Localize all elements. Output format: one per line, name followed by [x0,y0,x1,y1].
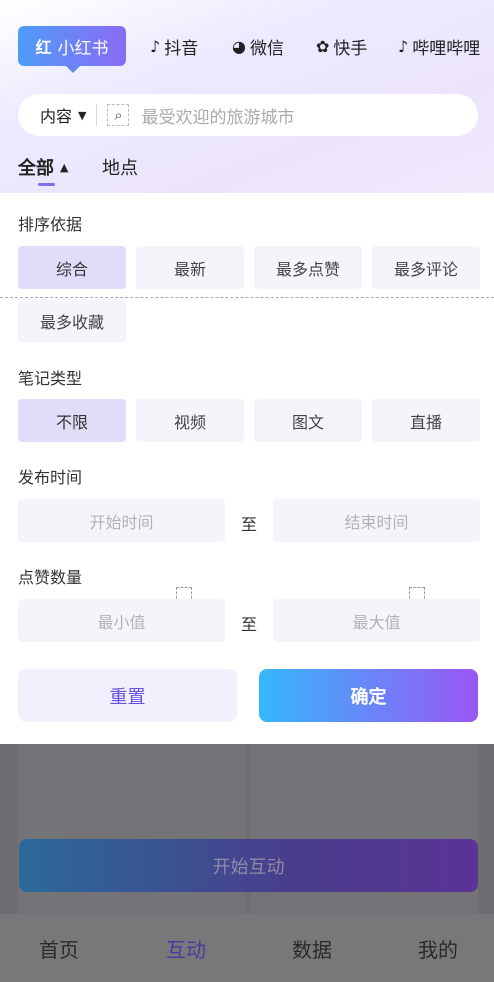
active-tab-indicator [38,183,55,186]
section-title-sort: 排序依据 [18,215,83,234]
search-input[interactable]: 最受欢迎的旅游城市 [141,103,294,128]
platform-tabs: 红 小红书 ♪ 抖音 ◕ 微信 ✿ 快手 ♪ 哔哩哔哩 [0,0,494,90]
platform-bilibili-tab[interactable]: ♪ 哔哩哔哩 [398,33,480,59]
modal-overlay[interactable]: 开始互动 首页 互动 数据 我的 [0,744,494,982]
platform-xiaohongshu-tab[interactable]: 红 小红书 [18,26,126,73]
start-interaction-button[interactable]: 开始互动 [19,839,478,892]
sort-option-newest[interactable]: 最新 [136,246,244,289]
platform-label: 抖音 [164,38,199,59]
reset-button[interactable]: 重置 [18,669,237,722]
sort-option-comprehensive[interactable]: 综合 [18,246,126,289]
header: 红 小红书 ♪ 抖音 ◕ 微信 ✿ 快手 ♪ 哔哩哔哩 内容 ▼ ⌕ 最受欢迎的… [0,0,494,193]
note-type-any[interactable]: 不限 [18,399,126,442]
note-type-image-text[interactable]: 图文 [254,399,362,442]
range-separator: 至 [241,515,258,534]
search-scope-select[interactable]: 内容 ▼ [40,103,86,127]
confirm-button[interactable]: 确定 [259,669,478,722]
platform-label: 哔哩哔哩 [412,38,481,59]
note-type-live[interactable]: 直播 [372,399,480,442]
platform-wechat-tab[interactable]: ◕ 微信 [232,33,284,59]
section-title-publish-time: 发布时间 [18,468,83,487]
bottom-nav: 首页 互动 数据 我的 [0,914,494,982]
start-time-field[interactable]: 开始时间 [18,499,225,542]
section-title-note-type: 笔记类型 [18,369,83,388]
tab-all[interactable]: 全部 ▲ [18,154,68,180]
wechat-icon: ◕ [232,36,246,56]
platform-label: 快手 [333,38,368,59]
end-time-field[interactable]: 结束时间 [273,499,480,542]
search-scope-label: 内容 [40,107,73,126]
note-type-video[interactable]: 视频 [136,399,244,442]
platform-kuaishou-tab[interactable]: ✿ 快手 [316,33,367,59]
xiaohongshu-logo-icon: 红 [35,38,52,57]
divider [96,104,98,126]
min-likes-field[interactable]: 最小值 [18,599,225,642]
bilibili-icon: ♪ [398,36,409,56]
search-bar: 内容 ▼ ⌕ 最受欢迎的旅游城市 [18,94,478,136]
platform-douyin-tab[interactable]: ♪ 抖音 [150,33,198,59]
nav-item-interaction[interactable]: 互动 [141,914,231,982]
tab-label: 地点 [102,158,138,179]
filter-panel: 排序依据 综合 最新 最多点赞 最多评论 最多收藏 笔记类型 不限 视频 图文 … [0,193,494,744]
kuaishou-icon: ✿ [316,36,330,56]
section-title-likes: 点赞数量 [18,568,83,587]
sort-option-most-comments[interactable]: 最多评论 [372,246,480,289]
range-separator: 至 [241,615,258,634]
caret-down-icon: ▼ [78,108,87,122]
max-likes-field[interactable]: 最大值 [273,599,480,642]
douyin-icon: ♪ [150,36,161,56]
sort-option-most-favorites[interactable]: 最多收藏 [18,299,126,342]
platform-label: 微信 [249,38,284,59]
nav-item-home[interactable]: 首页 [14,914,104,982]
nav-item-me[interactable]: 我的 [393,914,483,982]
filter-tabs: 全部 ▲ 地点 [0,150,494,190]
divider [0,297,494,298]
tab-label: 全部 [18,158,54,179]
sort-option-most-likes[interactable]: 最多点赞 [254,246,362,289]
nav-item-data[interactable]: 数据 [267,914,357,982]
tab-location[interactable]: 地点 [102,154,138,180]
caret-up-icon: ▲ [60,160,69,174]
search-icon: ⌕ [107,104,130,126]
platform-label: 小红书 [57,38,109,59]
